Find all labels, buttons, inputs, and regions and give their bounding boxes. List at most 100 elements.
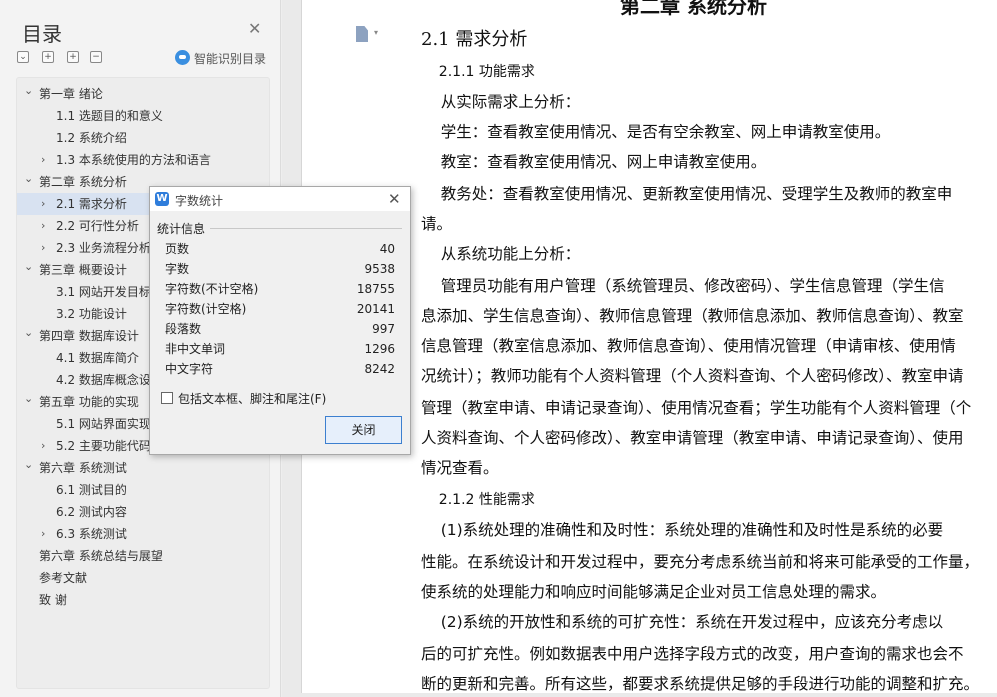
document-line: 信息管理（教室信息添加、教师信息查询）、使用情况管理（申请审核、使用情 bbox=[421, 337, 956, 355]
chevron-right-icon[interactable]: › bbox=[41, 237, 51, 259]
toc-item[interactable]: 1.1 选题目的和意义 bbox=[17, 105, 269, 127]
stat-row: 段落数 997 bbox=[165, 319, 395, 339]
chevron-down-icon[interactable]: ⌄ bbox=[24, 388, 34, 410]
toc-item-label: 3.1 网站开发目标 bbox=[56, 285, 151, 299]
toc-item[interactable]: 第六章 系统总结与展望 bbox=[17, 545, 269, 567]
chevron-down-icon[interactable]: ⌄ bbox=[24, 322, 34, 344]
toc-item-label: 3.2 功能设计 bbox=[56, 307, 127, 321]
stat-value: 997 bbox=[372, 322, 395, 336]
toc-item-label: 第二章 系统分析 bbox=[39, 175, 127, 189]
document-line: 息添加、学生信息查询）、教师信息管理（教师信息添加、教师信息查询）、教室 bbox=[421, 307, 964, 325]
document-icon[interactable] bbox=[356, 26, 368, 42]
toc-add-icon[interactable]: + bbox=[67, 51, 79, 63]
document-line: 从实际需求上分析： bbox=[421, 93, 581, 111]
toc-item-label: 2.2 可行性分析 bbox=[56, 219, 139, 233]
stat-label: 页数 bbox=[165, 242, 190, 256]
stat-label: 字符数(计空格) bbox=[165, 302, 247, 316]
toc-item-label: 4.2 数据库概念设 bbox=[56, 373, 151, 387]
document-line: 使系统的处理能力和响应时间能够满足企业对员工信息处理的需求。 bbox=[421, 583, 887, 601]
dialog-titlebar[interactable]: W 字数统计 ✕ bbox=[150, 187, 410, 211]
toc-item-label: 参考文献 bbox=[39, 571, 88, 585]
stat-value: 1296 bbox=[364, 342, 395, 356]
close-button[interactable]: 关闭 bbox=[325, 416, 402, 444]
toc-item-label: 6.2 测试内容 bbox=[56, 505, 127, 519]
chevron-right-icon[interactable]: › bbox=[41, 149, 51, 171]
chevron-right-icon[interactable]: › bbox=[41, 193, 51, 215]
chevron-down-icon[interactable]: ⌄ bbox=[24, 168, 34, 190]
toc-item-label: 5.2 主要功能代码 bbox=[56, 439, 151, 453]
toc-item-label: 1.1 选题目的和意义 bbox=[56, 109, 163, 123]
stats-heading: 统计信息 bbox=[157, 222, 206, 236]
document-line: 人资料查询、个人密码修改）、教室申请管理（教室申请、申请记录查询）、使用 bbox=[421, 429, 964, 447]
toc-item[interactable]: › 6.3 系统测试 bbox=[17, 523, 269, 545]
stat-label: 非中文单词 bbox=[165, 342, 226, 356]
toc-item[interactable]: 6.2 测试内容 bbox=[17, 501, 269, 523]
chapter-title: 第二章 系统分析 bbox=[620, 0, 767, 18]
wps-logo-icon: W bbox=[155, 192, 169, 206]
stat-label: 段落数 bbox=[165, 322, 202, 336]
document-line: 后的可扩充性。例如数据表中用户选择字段方式的改变，用户查询的需求也会不 bbox=[421, 645, 964, 663]
stat-label: 字符数(不计空格) bbox=[165, 282, 259, 296]
document-line: 请。 bbox=[421, 215, 453, 233]
toc-item-label: 第一章 绪论 bbox=[39, 87, 103, 101]
document-line: 从系统功能上分析： bbox=[421, 245, 581, 263]
chevron-down-icon[interactable]: ⌄ bbox=[24, 454, 34, 476]
toc-expand-all-icon[interactable]: + bbox=[42, 51, 54, 63]
toc-item-label: 第四章 数据库设计 bbox=[39, 329, 139, 343]
stat-row: 字数 9538 bbox=[165, 259, 395, 279]
toc-item[interactable]: 1.2 系统介绍 bbox=[17, 127, 269, 149]
document-line: 性能。在系统设计和开发过程中，要充分考虑系统当前和将来可能承受的工作量， bbox=[421, 553, 980, 571]
document-heading: 2.1.2 性能需求 bbox=[421, 492, 535, 508]
document-heading: 2.1 需求分析 bbox=[421, 29, 528, 50]
document-line: 断的更新和完善。所有这些，都要求系统提供足够的手段进行功能的调整和扩充。 bbox=[421, 675, 980, 693]
stat-label: 中文字符 bbox=[165, 362, 214, 376]
divider bbox=[210, 228, 402, 229]
stat-row: 页数 40 bbox=[165, 239, 395, 259]
toc-item-label: 5.1 网站界面实现 bbox=[56, 417, 151, 431]
toc-item-label: 6.3 系统测试 bbox=[56, 527, 127, 541]
chevron-down-icon[interactable]: ▾ bbox=[374, 28, 378, 37]
smart-recognize-label[interactable]: 智能识别目录 bbox=[194, 50, 266, 67]
document-line: (1)系统处理的准确性和及时性：系统处理的准确性和及时性是系统的必要 bbox=[421, 521, 944, 539]
stat-value: 40 bbox=[379, 242, 395, 256]
include-footnotes-checkbox[interactable] bbox=[161, 392, 173, 404]
chevron-down-icon[interactable]: ⌄ bbox=[24, 80, 34, 102]
document-line: 教务处：查看教室使用情况、更新教室使用情况、受理学生及教师的教室申 bbox=[421, 185, 953, 203]
toc-remove-icon[interactable]: − bbox=[90, 51, 102, 63]
toc-item-label: 2.3 业务流程分析 bbox=[56, 241, 151, 255]
toc-item[interactable]: ⌄ 第一章 绪论 bbox=[17, 83, 269, 105]
smart-recognize-icon[interactable] bbox=[175, 50, 190, 65]
include-footnotes-label[interactable]: 包括文本框、脚注和尾注(F) bbox=[178, 390, 326, 407]
toc-item[interactable]: 参考文献 bbox=[17, 567, 269, 589]
toc-item-label: 6.1 测试目的 bbox=[56, 483, 127, 497]
document-line: 情况查看。 bbox=[421, 459, 499, 477]
chevron-down-icon[interactable]: ⌄ bbox=[24, 256, 34, 278]
chevron-right-icon[interactable]: › bbox=[41, 523, 51, 545]
toc-item-label: 第六章 系统测试 bbox=[39, 461, 127, 475]
toc-collapse-all-icon[interactable]: ⌄ bbox=[17, 51, 29, 63]
toc-item-label: 1.3 本系统使用的方法和语言 bbox=[56, 153, 211, 167]
dialog-title: 字数统计 bbox=[175, 194, 224, 208]
document-line: 管理（教室申请、申请记录查询）、使用情况查看；学生功能有个人资料管理（个 bbox=[421, 399, 972, 417]
document-line: 况统计）；教师功能有个人资料管理（个人资料查询、个人密码修改）、教室申请 bbox=[421, 367, 964, 385]
toc-item[interactable]: 致 谢 bbox=[17, 589, 269, 611]
chevron-right-icon[interactable]: › bbox=[41, 435, 51, 457]
toc-item-label: 第五章 功能的实现 bbox=[39, 395, 139, 409]
stat-row: 字符数(计空格) 20141 bbox=[165, 299, 395, 319]
toc-item[interactable]: › 1.3 本系统使用的方法和语言 bbox=[17, 149, 269, 171]
word-count-dialog: W 字数统计 ✕ 统计信息 页数 40 字数 9538 字符数(不计空格) 18755 字符… bbox=[149, 186, 411, 455]
chevron-right-icon[interactable]: › bbox=[41, 215, 51, 237]
stat-label: 字数 bbox=[165, 262, 190, 276]
stat-row: 字符数(不计空格) 18755 bbox=[165, 279, 395, 299]
toc-title: 目录 bbox=[22, 22, 62, 46]
toc-item-label: 致 谢 bbox=[39, 593, 67, 607]
toc-item-label: 第三章 概要设计 bbox=[39, 263, 127, 277]
stat-value: 20141 bbox=[356, 302, 395, 316]
toc-item[interactable]: 6.1 测试目的 bbox=[17, 479, 269, 501]
document-line: 管理员功能有用户管理（系统管理员、修改密码）、学生信息管理（学生信 bbox=[421, 277, 945, 295]
stat-row: 中文字符 8242 bbox=[165, 359, 395, 379]
toc-close-icon[interactable]: ✕ bbox=[248, 21, 261, 37]
dialog-close-icon[interactable]: ✕ bbox=[388, 190, 401, 208]
toc-item[interactable]: ⌄ 第六章 系统测试 bbox=[17, 457, 269, 479]
document-line: 教室：查看教室使用情况、网上申请教室使用。 bbox=[421, 153, 767, 171]
